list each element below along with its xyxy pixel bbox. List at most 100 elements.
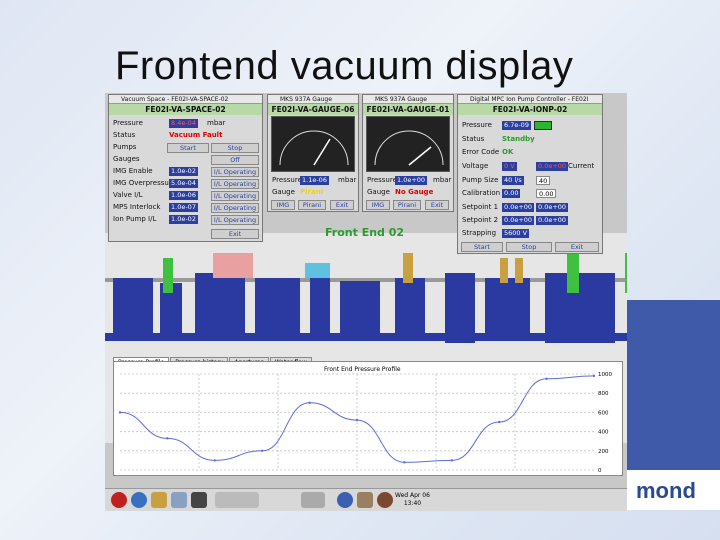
ion-pump-il-label: Ion Pump I/L (113, 215, 157, 223)
pressure-unit: mbar (207, 119, 226, 127)
pressure-label: Pressure (367, 176, 397, 184)
pressure-value: 1.1e-06 (300, 176, 329, 185)
valve-il-state[interactable]: I/L Operating (211, 191, 259, 201)
window-titlebar: MKS 937A Gauge (268, 95, 358, 104)
strapping-value: 5600 V (502, 229, 530, 238)
pump-size-input[interactable]: 40 (536, 176, 551, 185)
error-value: OK (502, 148, 514, 156)
exit-button[interactable]: Exit (330, 200, 354, 210)
status-value: Standby (502, 135, 535, 143)
pressure-value: 1.0e+00 (395, 176, 428, 185)
voltage-value: 0 V (502, 162, 517, 171)
gauge-label: Gauge (272, 188, 295, 196)
img-overpressure-label: IMG Overpressure (113, 179, 176, 187)
data-point (213, 459, 216, 462)
window-titlebar: Vacuum Space - FE02I-VA-SPACE-02 (109, 95, 262, 104)
current-value: 0.0e+00 (536, 162, 569, 171)
exit-button[interactable]: Exit (425, 200, 449, 210)
img-enable-value: 1.0e-02 (169, 167, 198, 176)
valve-il-label: Valve I/L (113, 191, 143, 199)
browser-icon[interactable] (131, 492, 147, 508)
chart-title: Front End Pressure Profile (324, 366, 401, 373)
data-point (450, 459, 453, 462)
pager-icon[interactable] (301, 492, 325, 508)
synoptic-title: Front End 02 (325, 226, 405, 239)
workspace-switcher-icon[interactable] (215, 492, 259, 508)
pumps-stop-button[interactable]: Stop (211, 143, 259, 153)
background-decor (626, 300, 720, 470)
setpoint2-label: Setpoint 2 (462, 216, 499, 224)
pressure-unit: mbar (338, 176, 357, 184)
data-point (498, 420, 501, 424)
img-button[interactable]: IMG (271, 200, 295, 210)
calibration-input[interactable]: 0.00 (536, 189, 557, 198)
setpoint1-label: Setpoint 1 (462, 203, 499, 211)
documents-icon[interactable] (171, 492, 187, 508)
slide-title: Frontend vacuum display (115, 44, 574, 88)
mail-icon[interactable] (151, 492, 167, 508)
redhat-menu-icon[interactable] (111, 492, 127, 508)
pressure-label: Pressure (462, 121, 492, 129)
window-titlebar: MKS 937A Gauge (363, 95, 453, 104)
mps-interlock-state[interactable]: I/L Operating (211, 203, 259, 213)
exit-button[interactable]: Exit (555, 242, 599, 252)
mps-interlock-value: 1.0e-07 (169, 203, 198, 212)
data-point (355, 418, 359, 422)
setpoint2-value: 0.0e+00 (502, 216, 535, 225)
data-point (403, 461, 406, 464)
gauges-label: Gauges (113, 155, 140, 163)
img-enable-state[interactable]: I/L Operating (211, 167, 259, 177)
y-tick-label: 1000 (598, 372, 612, 378)
plot-tabs: Pressure ProfilePressure historyAperture… (113, 349, 313, 368)
setpoint1-input[interactable]: 0.0e+00 (536, 203, 569, 212)
setpoint2-input[interactable]: 0.0e+00 (536, 216, 569, 225)
img-overpressure-value: 5.0e-04 (169, 179, 198, 188)
pressure-dial (366, 116, 450, 172)
brand-logo-text: mond (636, 478, 696, 503)
pumps-start-button[interactable]: Start (167, 143, 209, 153)
status-value: Vacuum Fault (169, 131, 223, 139)
data-point (118, 411, 122, 414)
panel-header: FE02I-VA-GAUGE-06 (268, 104, 358, 115)
ion-pump-window: Digital MPC Ion Pump Controller - FE02I … (457, 94, 603, 254)
pirani-button[interactable]: Pirani (393, 200, 421, 210)
gauge-06-window: MKS 937A Gauge FE02I-VA-GAUGE-06 Pressur… (267, 94, 359, 212)
printer-icon[interactable] (357, 492, 373, 508)
gauge-value: Pirani (300, 188, 324, 196)
status-label: Status (113, 131, 136, 139)
stop-button[interactable]: Stop (506, 242, 552, 252)
pressure-bar (534, 121, 552, 130)
y-tick-label: 0 (598, 468, 602, 474)
voltage-label: Voltage (462, 162, 489, 170)
gauge-label: Gauge (367, 188, 390, 196)
data-point (166, 437, 169, 440)
pressure-unit: mbar (433, 176, 452, 184)
clock-time: 13:40 (403, 500, 422, 507)
vacuum-space-window: Vacuum Space - FE02I-VA-SPACE-02 FE02I-V… (108, 94, 263, 242)
start-button[interactable]: Start (461, 242, 503, 252)
error-label: Error Code (462, 148, 500, 156)
data-point (261, 449, 264, 452)
data-point (308, 401, 311, 404)
volume-icon[interactable] (377, 492, 393, 508)
strapping-label: Strapping (462, 229, 497, 237)
pressure-dial (271, 116, 355, 172)
terminal-icon[interactable] (191, 492, 207, 508)
ion-pump-il-state[interactable]: I/L Operating (211, 215, 259, 225)
chart-svg: Front End Pressure Profile 1000 800 600 400… (118, 366, 612, 474)
y-tick-label: 200 (598, 449, 609, 455)
pirani-button[interactable]: Pirani (298, 200, 326, 210)
exit-button[interactable]: Exit (211, 229, 259, 239)
gauges-dropdown[interactable]: Off (211, 155, 259, 165)
screenshot: Front End 02 Vacuum Space - FE02I-VA-SPA… (105, 93, 627, 511)
pressure-profile-plot: Front End Pressure Profile 1000 800 600 400… (113, 361, 623, 476)
network-icon[interactable] (337, 492, 353, 508)
taskbar: Wed Apr 06 13:40 (105, 488, 627, 511)
img-overpressure-state[interactable]: I/L Operating (211, 179, 259, 189)
panel-header: FE02I-VA-GAUGE-01 (363, 104, 453, 115)
setpoint1-value: 0.0e+00 (502, 203, 535, 212)
pressure-label: Pressure (272, 176, 302, 184)
mps-interlock-label: MPS Interlock (113, 203, 161, 211)
data-point (545, 377, 548, 380)
img-button[interactable]: IMG (366, 200, 390, 210)
